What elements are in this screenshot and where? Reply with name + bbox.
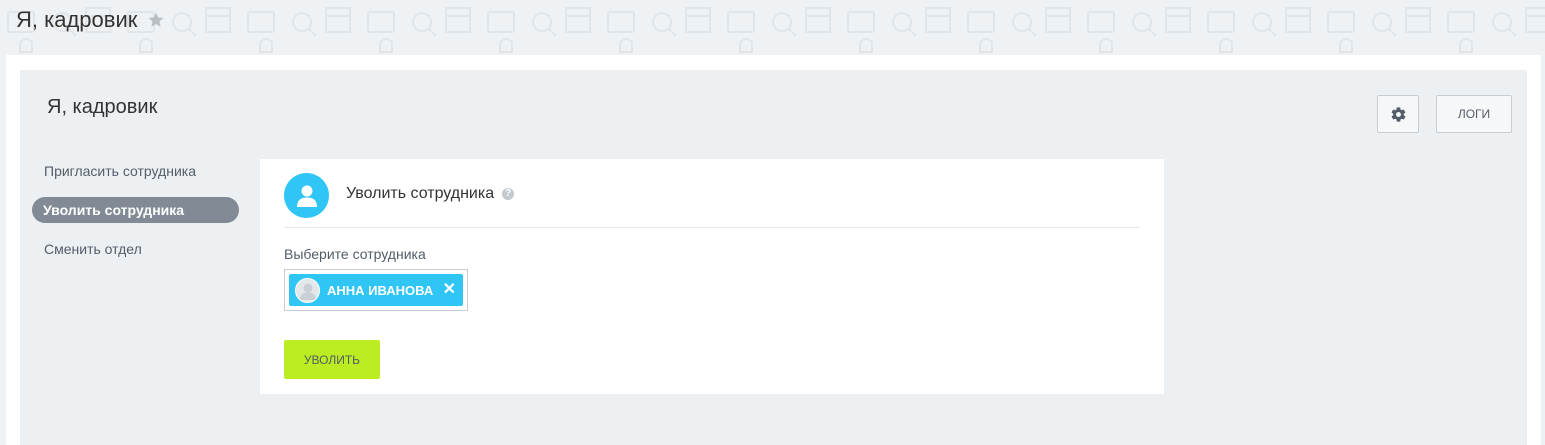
star-icon[interactable] [147,11,165,29]
content-card: Уволить сотрудника ? Выберите сотрудника… [260,159,1164,394]
background-pattern [0,0,1545,60]
sidebar-item-change-department[interactable]: Сменить отдел [32,236,239,262]
main-panel: Я, кадровик логи Пригласить сотрудника У… [20,70,1527,445]
avatar [295,277,320,303]
sidebar-item-fire[interactable]: Уволить сотрудника [32,197,239,223]
user-icon [284,173,329,218]
employee-field-label: Выберите сотрудника [284,246,426,262]
question-icon[interactable]: ? [502,188,515,200]
settings-button[interactable] [1377,95,1419,133]
content-title: Уволить сотрудника [346,185,495,202]
divider [284,227,1140,228]
panel-title: Я, кадровик [47,96,158,118]
employee-tag-name: АННА ИВАНОВА [327,282,434,298]
content-title-row: Уволить сотрудника ? [346,185,515,203]
sidebar-nav: Пригласить сотрудника Уволить сотрудника… [32,158,239,275]
fire-button[interactable]: уволить [284,340,380,379]
logs-button[interactable]: логи [1436,95,1512,133]
employee-selector[interactable]: АННА ИВАНОВА ✕ [284,269,468,311]
page: Я, кадровик Я, кадровик логи Пригласить … [0,0,1545,445]
page-title: Я, кадровик [16,7,138,32]
close-icon[interactable]: ✕ [441,282,457,298]
gear-icon [1391,106,1405,122]
employee-tag[interactable]: АННА ИВАНОВА ✕ [289,274,463,306]
sidebar-item-invite[interactable]: Пригласить сотрудника [32,158,239,184]
page-header: Я, кадровик [16,4,165,36]
